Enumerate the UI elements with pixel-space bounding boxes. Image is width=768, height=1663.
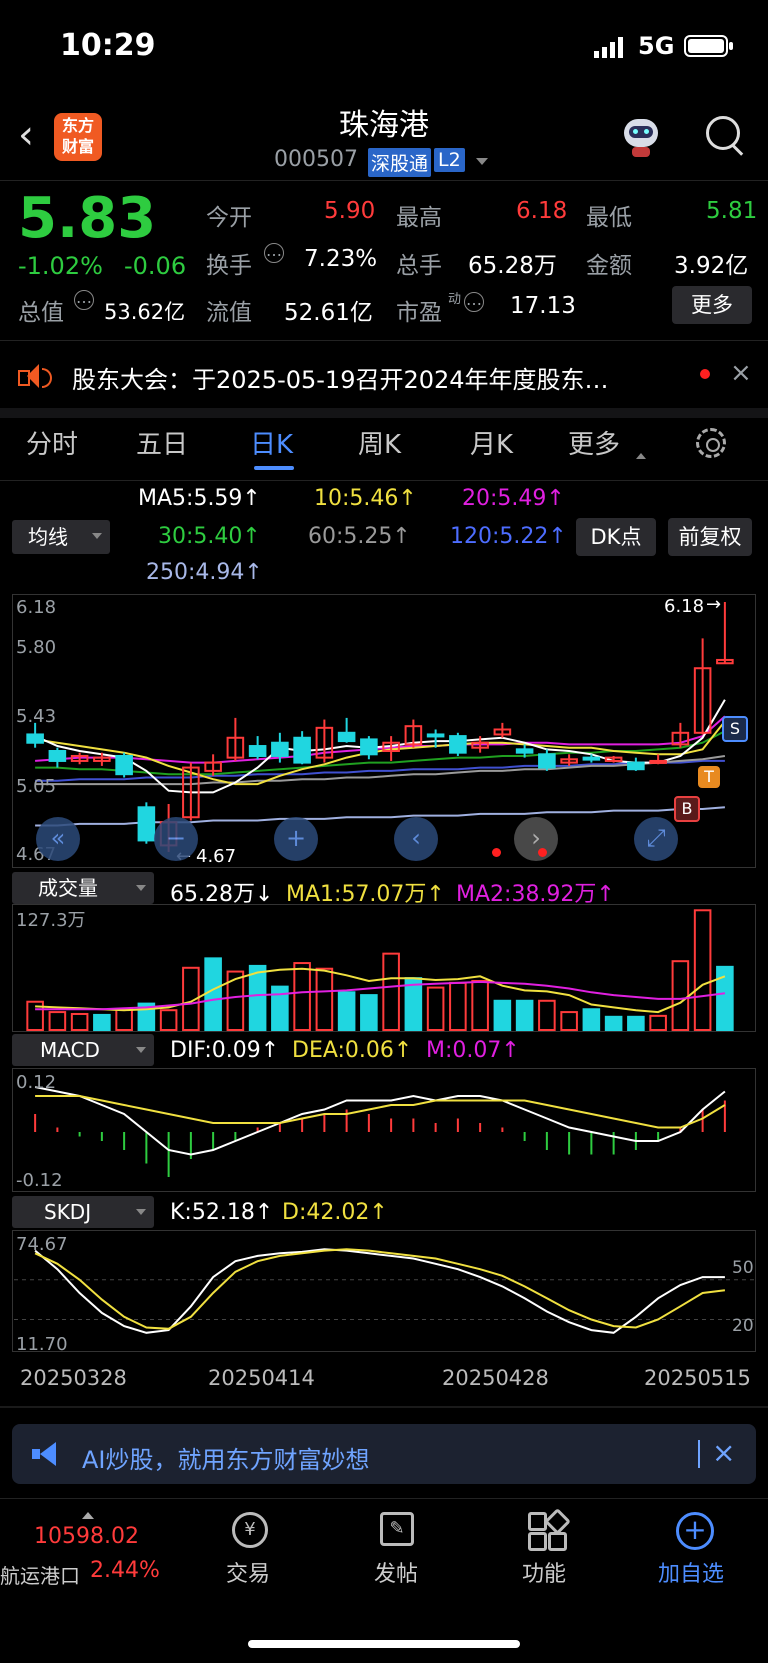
candle-body <box>515 748 534 754</box>
candle-body <box>426 733 445 738</box>
volume-dropdown[interactable]: 成交量 <box>12 872 154 904</box>
zoom-out-button[interactable]: − <box>154 817 198 861</box>
volume-y-max: 127.3万 <box>16 910 86 931</box>
nav-trade[interactable]: 交易 <box>226 1556 270 1588</box>
ma-line-10 <box>34 720 726 786</box>
macd-dropdown[interactable]: MACD <box>12 1034 154 1066</box>
candle-body <box>293 736 311 764</box>
page-dot <box>492 848 501 857</box>
candle-body <box>137 806 156 842</box>
ai-banner-text: AI炒股，就用东方财富妙想 <box>82 1446 370 1474</box>
kline-y-2: 5.80 <box>16 637 57 658</box>
skdj-k: K:52.18↑ <box>170 1200 274 1225</box>
macd-y-bottom: -0.12 <box>16 1170 63 1191</box>
macd-dea: DEA:0.06↑ <box>292 1038 413 1063</box>
candle-body <box>449 735 467 754</box>
jump-start-button[interactable]: « <box>36 817 80 861</box>
index-change[interactable]: 2.44% <box>90 1558 160 1583</box>
skdj-ref-low: 20 <box>732 1316 754 1336</box>
index-name[interactable]: 航运港口 <box>0 1560 80 1589</box>
macd-y-top: 0.12 <box>16 1072 57 1093</box>
ma-line-120 <box>35 759 725 782</box>
macd-panel[interactable] <box>12 1068 756 1192</box>
date-tick: 20250515 <box>644 1366 751 1390</box>
candle-body <box>115 754 133 776</box>
candle-body <box>538 753 556 769</box>
candle-body <box>271 741 289 757</box>
marker-b-label: B <box>681 799 693 818</box>
fullscreen-button[interactable]: ⤢ <box>634 817 678 861</box>
nav-add-watchlist[interactable]: 加自选 <box>658 1556 724 1588</box>
macd-m: M:0.07↑ <box>426 1038 520 1063</box>
zoom-in-button[interactable]: + <box>274 817 318 861</box>
candle-body <box>26 733 44 744</box>
trade-icon[interactable]: ¥ <box>232 1512 268 1548</box>
macd-dropdown-label: MACD <box>40 1038 100 1062</box>
add-watchlist-icon[interactable]: + <box>676 1512 714 1550</box>
high-mark-label: 6.18 <box>664 596 705 617</box>
marker-s[interactable]: S <box>722 716 748 742</box>
candle-body <box>627 761 645 771</box>
high-mark-arrow: → <box>706 594 722 615</box>
grid-icon[interactable] <box>528 1508 571 1551</box>
page-dot <box>538 848 547 857</box>
candle-body <box>649 759 667 764</box>
date-tick: 20250414 <box>208 1366 315 1390</box>
edit-post-icon[interactable]: ✎ <box>380 1512 414 1546</box>
skdj-y-bottom: 11.70 <box>16 1334 68 1355</box>
skdj-d: D:42.02↑ <box>282 1200 388 1225</box>
ma-line-30 <box>35 730 726 776</box>
scroll-left-button[interactable]: ‹ <box>394 817 438 861</box>
macd-dif: DIF:0.09↑ <box>170 1038 280 1063</box>
marker-t-label: T <box>704 767 714 786</box>
nav-functions[interactable]: 功能 <box>522 1556 566 1588</box>
skdj-dropdown[interactable]: SKDJ <box>12 1196 154 1228</box>
home-indicator <box>248 1640 520 1648</box>
kline-y-4: 5.05 <box>16 776 57 797</box>
candle-body <box>48 750 67 762</box>
kline-y-top: 6.18 <box>16 597 57 618</box>
skdj-y-top: 74.67 <box>16 1234 68 1255</box>
skdj-dropdown-label: SKDJ <box>44 1200 92 1224</box>
skdj-ref-high: 50 <box>732 1258 754 1278</box>
date-tick: 20250428 <box>442 1366 549 1390</box>
date-tick: 20250328 <box>20 1366 127 1390</box>
candle-body <box>248 745 267 757</box>
candle-body <box>582 756 601 761</box>
volume-dropdown-label: 成交量 <box>38 876 98 900</box>
kline-y-3: 5.43 <box>16 706 57 727</box>
index-up-caret <box>82 1506 94 1519</box>
index-value[interactable]: 10598.02 <box>34 1524 139 1549</box>
candle-body <box>360 738 378 756</box>
marker-s-label: S <box>729 719 741 738</box>
close-icon[interactable]: × <box>712 1436 735 1469</box>
candle-body <box>337 731 356 743</box>
scroll-right-button[interactable]: › <box>514 817 558 861</box>
marker-t[interactable]: T <box>698 766 720 788</box>
low-mark-label: 4.67 <box>196 846 237 867</box>
megaphone-icon <box>32 1442 62 1466</box>
skdj-panel[interactable] <box>12 1230 756 1352</box>
nav-post[interactable]: 发帖 <box>374 1556 418 1588</box>
volume-panel[interactable] <box>12 904 756 1032</box>
banner-divider <box>698 1440 700 1468</box>
